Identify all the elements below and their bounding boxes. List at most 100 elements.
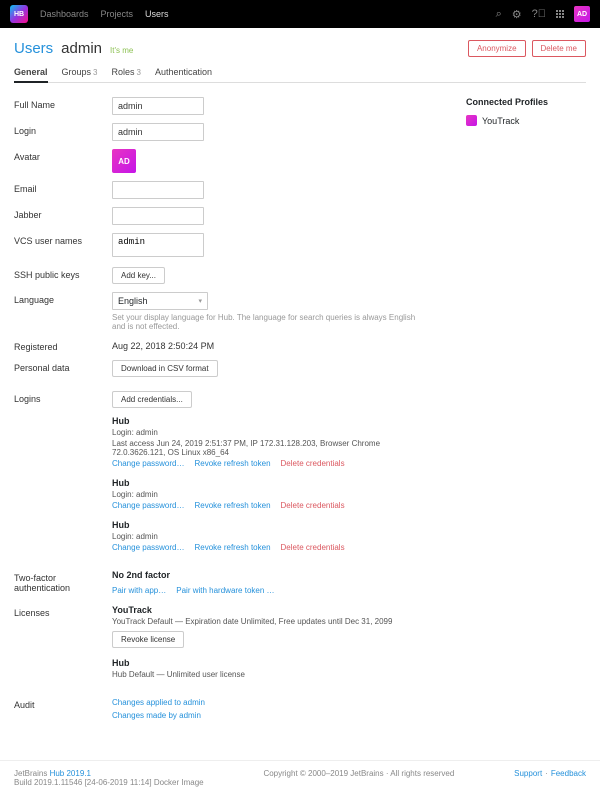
tab-label: Roles (112, 67, 135, 77)
license-title: Hub (112, 658, 426, 668)
delete-credentials-link[interactable]: Delete credentials (281, 459, 345, 468)
its-me-badge: It's me (110, 46, 133, 55)
tab-label: General (14, 67, 48, 77)
row-full-name: Full Name (14, 97, 426, 115)
label-registered: Registered (14, 339, 112, 352)
nav-users[interactable]: Users (145, 9, 169, 19)
chevron-down-icon: ▾ (198, 297, 202, 305)
logo[interactable]: HB (10, 5, 28, 23)
side-column: Connected Profiles YouTrack (466, 97, 586, 728)
support-link[interactable]: Support (514, 769, 542, 787)
login-input[interactable] (112, 123, 204, 141)
row-registered: Registered Aug 22, 2018 2:50:24 PM (14, 339, 426, 352)
delete-credentials-link[interactable]: Delete credentials (281, 543, 345, 552)
tab-authentication[interactable]: Authentication (155, 67, 212, 82)
row-two-factor: Two-factor authentication No 2nd factor … (14, 570, 426, 595)
search-icon[interactable]: ⌕ (496, 8, 502, 21)
changes-applied-link[interactable]: Changes applied to admin (112, 698, 205, 707)
label-licenses: Licenses (14, 605, 112, 618)
changes-made-link[interactable]: Changes made by admin (112, 711, 201, 720)
header-right: ⌕ ⚙ ?⃝ AD (496, 6, 590, 22)
download-csv-button[interactable]: Download in CSV format (112, 360, 218, 377)
row-logins: Logins Add credentials... Hub Login: adm… (14, 391, 426, 562)
label-avatar: Avatar (14, 149, 112, 162)
revoke-token-link[interactable]: Revoke refresh token (194, 501, 270, 510)
registered-value: Aug 22, 2018 2:50:24 PM (112, 339, 426, 351)
revoke-token-link[interactable]: Revoke refresh token (194, 459, 270, 468)
connected-profiles-heading: Connected Profiles (466, 97, 586, 107)
tab-count: 3 (93, 68, 97, 77)
credential-login: Login: admin (112, 490, 426, 499)
feedback-link[interactable]: Feedback (551, 769, 586, 787)
row-language: Language English ▾ Set your display lang… (14, 292, 426, 331)
delete-me-button[interactable]: Delete me (532, 40, 586, 57)
nav-dashboards[interactable]: Dashboards (40, 9, 89, 19)
revoke-license-button[interactable]: Revoke license (112, 631, 184, 648)
credential-login: Login: admin (112, 532, 426, 541)
credential-title: Hub (112, 416, 426, 426)
row-avatar: Avatar AD (14, 149, 426, 173)
add-key-button[interactable]: Add key... (112, 267, 165, 284)
language-value: English (118, 296, 148, 306)
license-detail: YouTrack Default — Expiration date Unlim… (112, 617, 426, 626)
footer-company: JetBrains (14, 769, 50, 778)
user-avatar[interactable]: AD (574, 6, 590, 22)
page-content: Users admin It's me Anonymize Delete me … (0, 28, 600, 740)
language-select[interactable]: English ▾ (112, 292, 208, 310)
full-name-input[interactable] (112, 97, 204, 115)
license-title: YouTrack (112, 605, 426, 615)
tab-label: Authentication (155, 67, 212, 77)
license-item: YouTrack YouTrack Default — Expiration d… (112, 605, 426, 648)
license-detail: Hub Default — Unlimited user license (112, 670, 426, 679)
credential-item: Hub Login: admin Change password… Revoke… (112, 478, 426, 510)
two-factor-actions: Pair with app… Pair with hardware token … (112, 586, 426, 595)
delete-credentials-link[interactable]: Delete credentials (281, 501, 345, 510)
credential-actions: Change password… Revoke refresh token De… (112, 459, 426, 468)
license-item: Hub Hub Default — Unlimited user license (112, 658, 426, 679)
vcs-input[interactable]: admin (112, 233, 204, 257)
label-logins: Logins (14, 391, 112, 404)
email-input[interactable] (112, 181, 204, 199)
footer-product-link[interactable]: Hub 2019.1 (50, 769, 91, 778)
label-two-factor: Two-factor authentication (14, 570, 112, 593)
language-help: Set your display language for Hub. The l… (112, 313, 426, 331)
avatar-image[interactable]: AD (112, 149, 136, 173)
label-language: Language (14, 292, 112, 305)
add-credentials-button[interactable]: Add credentials... (112, 391, 192, 408)
label-personal-data: Personal data (14, 360, 112, 373)
label-vcs: VCS user names (14, 233, 112, 246)
tab-groups[interactable]: Groups3 (62, 67, 98, 82)
credential-detail: Last access Jun 24, 2019 2:51:37 PM, IP … (112, 439, 426, 457)
credential-item: Hub Login: admin Change password… Revoke… (112, 520, 426, 552)
tab-label: Groups (62, 67, 92, 77)
label-audit: Audit (14, 697, 112, 710)
change-password-link[interactable]: Change password… (112, 501, 184, 510)
label-full-name: Full Name (14, 97, 112, 110)
footer-right: Support · Feedback (514, 769, 586, 787)
tab-general[interactable]: General (14, 67, 48, 82)
row-ssh: SSH public keys Add key... (14, 267, 426, 284)
pair-hardware-link[interactable]: Pair with hardware token … (176, 586, 274, 595)
credential-actions: Change password… Revoke refresh token De… (112, 543, 426, 552)
nav-projects[interactable]: Projects (101, 9, 134, 19)
pair-app-link[interactable]: Pair with app… (112, 586, 166, 595)
breadcrumb[interactable]: Users (14, 40, 53, 57)
footer-separator: · (545, 769, 548, 787)
jabber-input[interactable] (112, 207, 204, 225)
help-icon[interactable]: ?⃝ (532, 8, 546, 20)
change-password-link[interactable]: Change password… (112, 459, 184, 468)
row-licenses: Licenses YouTrack YouTrack Default — Exp… (14, 605, 426, 689)
top-header: HB Dashboards Projects Users ⌕ ⚙ ?⃝ AD (0, 0, 600, 28)
footer-left: JetBrains Hub 2019.1 Build 2019.1.11546 … (14, 769, 204, 787)
tab-count: 3 (137, 68, 141, 77)
profile-item-youtrack[interactable]: YouTrack (466, 115, 586, 126)
gear-icon[interactable]: ⚙ (512, 8, 522, 21)
anonymize-button[interactable]: Anonymize (468, 40, 526, 57)
title-left: Users admin It's me (14, 40, 133, 57)
change-password-link[interactable]: Change password… (112, 543, 184, 552)
revoke-token-link[interactable]: Revoke refresh token (194, 543, 270, 552)
two-factor-status: No 2nd factor (112, 570, 426, 580)
apps-icon[interactable] (556, 10, 564, 18)
tab-roles[interactable]: Roles3 (112, 67, 141, 82)
row-vcs: VCS user names admin (14, 233, 426, 259)
